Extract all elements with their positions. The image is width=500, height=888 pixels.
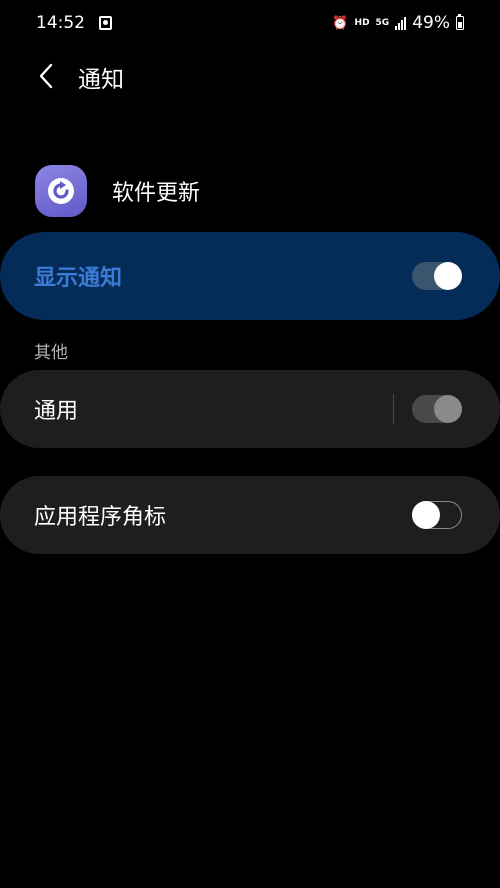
section-header-other: 其他 [34, 343, 68, 363]
header: 通知 [0, 52, 500, 100]
chevron-left-icon [39, 63, 53, 89]
show-notifications-toggle[interactable] [412, 262, 462, 290]
divider [393, 394, 394, 424]
status-right: ⏰ HD 5G 49% [332, 13, 464, 33]
app-icon-badges-row[interactable]: 应用程序角标 [0, 476, 500, 554]
back-button[interactable] [28, 56, 64, 96]
toggle-knob [434, 262, 462, 290]
network-indicator: 5G [375, 18, 390, 28]
status-bar: 14:52 ⏰ HD 5G 49% [0, 0, 500, 46]
battery-percent: 49% [412, 13, 450, 33]
show-notifications-row[interactable]: 显示通知 [0, 232, 500, 320]
general-toggle[interactable] [412, 395, 462, 423]
battery-icon [456, 13, 464, 30]
alarm-icon: ⏰ [332, 15, 349, 31]
app-name: 软件更新 [112, 181, 201, 206]
app-icon-badges-toggle[interactable] [411, 500, 462, 529]
app-icon [35, 165, 87, 217]
general-row[interactable]: 通用 [0, 370, 500, 448]
status-time: 14:52 [36, 13, 85, 33]
notification-box-icon [99, 16, 112, 30]
notification-settings-screen: 14:52 ⏰ HD 5G 49% 通知 软件更新 显示通知 其他 通用 应用程… [0, 0, 500, 888]
show-notifications-label: 显示通知 [34, 266, 123, 291]
status-left: 14:52 [36, 13, 112, 33]
app-info-row: 软件更新 [35, 164, 475, 218]
refresh-icon [48, 178, 74, 204]
general-controls [393, 394, 462, 424]
signal-icon [395, 16, 407, 30]
page-title: 通知 [78, 67, 124, 93]
general-label: 通用 [34, 399, 79, 424]
toggle-knob [434, 395, 462, 423]
hd-indicator: HD [354, 18, 370, 28]
toggle-knob [411, 500, 440, 529]
app-icon-badges-label: 应用程序角标 [34, 505, 167, 530]
